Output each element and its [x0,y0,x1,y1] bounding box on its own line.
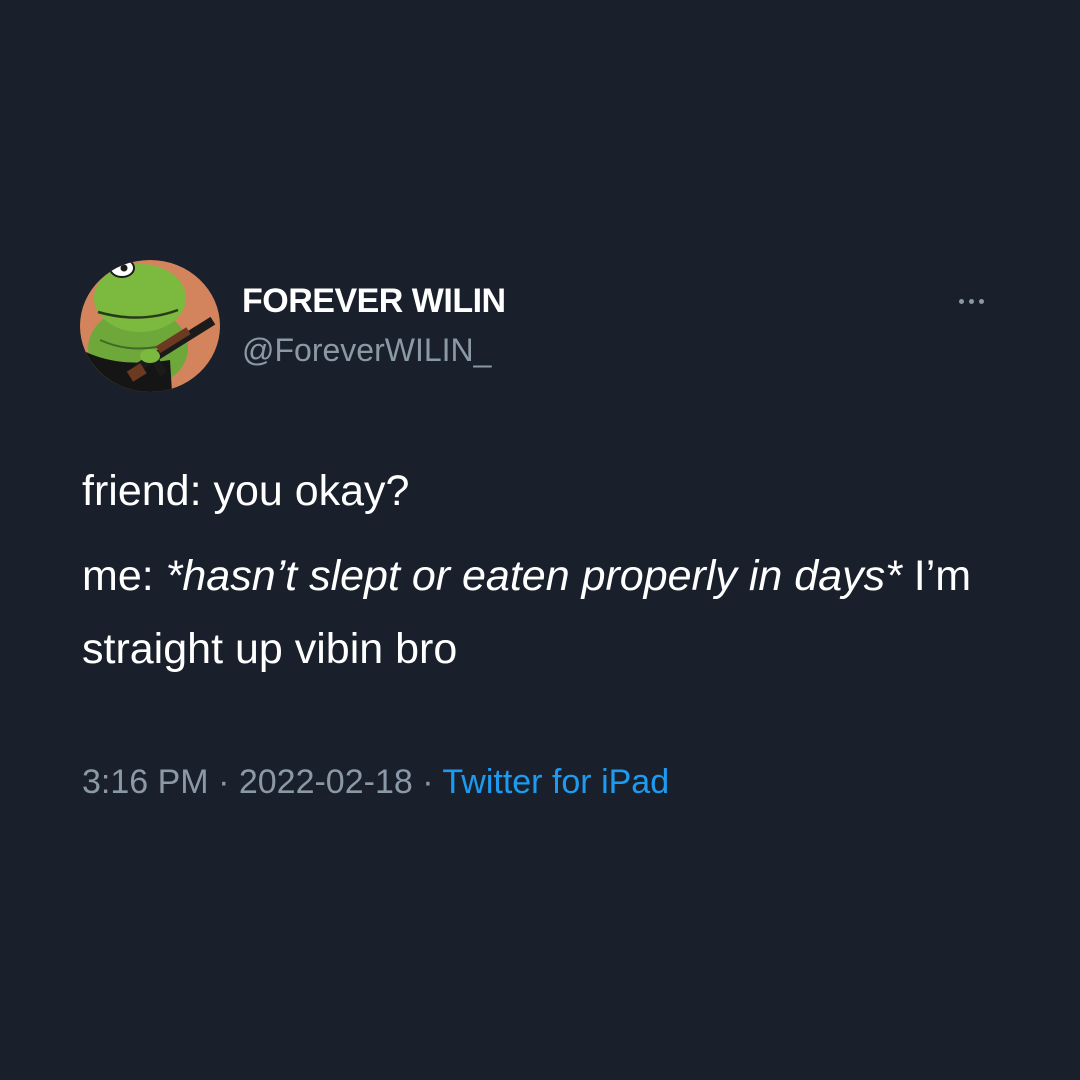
more-horizontal-icon-dot [968,298,974,304]
avatar[interactable] [80,260,220,392]
display-name[interactable]: FOREVER WILIN [242,282,506,321]
more-options-button[interactable] [946,286,996,316]
tweet-line-2-italic: *hasn’t slept or eaten properly in days* [165,552,902,600]
tweet-line-1: friend: you okay? [82,467,410,515]
tweet-card: FOREVER WILIN @ForeverWILIN_ friend: you… [0,0,1080,1080]
tweet-line-2-prefix: me: [82,552,166,600]
tweet-source-link[interactable]: Twitter for iPad [442,763,669,801]
meta-separator: · [412,763,443,801]
tweet-date[interactable]: 2022-02-18 [239,763,413,801]
tweet-text: friend: you okay? me: *hasn’t slept or e… [82,455,982,686]
more-horizontal-icon-dot [978,298,984,304]
tweet-meta: 3:16 PM · 2022-02-18 · Twitter for iPad [82,763,669,802]
more-horizontal-icon [958,298,964,304]
frog-avatar-icon [80,260,220,392]
meta-separator: · [208,763,239,801]
tweet-line-2: me: *hasn’t slept or eaten properly in d… [82,540,982,686]
tweet-time[interactable]: 3:16 PM [82,763,209,801]
user-handle[interactable]: @ForeverWILIN_ [242,332,491,369]
